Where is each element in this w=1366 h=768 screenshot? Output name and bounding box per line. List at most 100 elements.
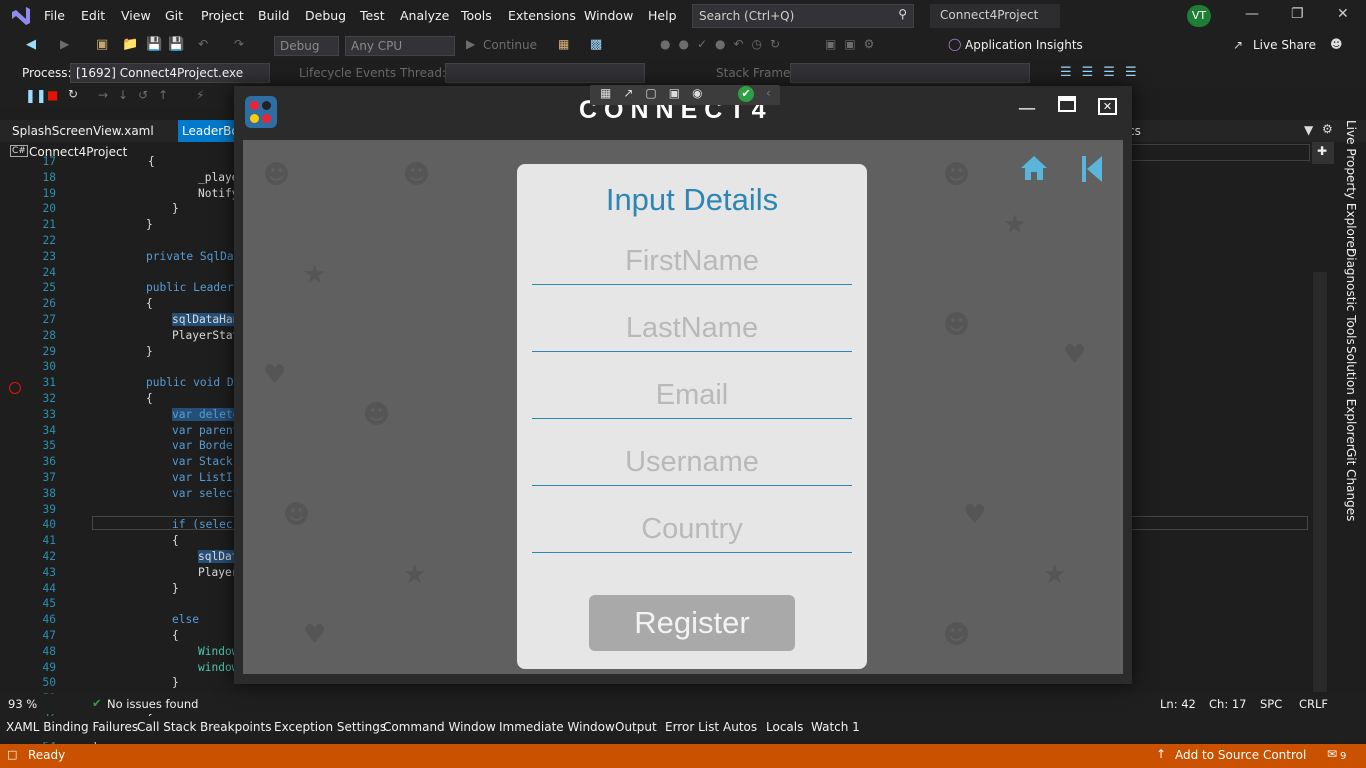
- menu-test[interactable]: Test: [360, 8, 385, 23]
- tab-autos[interactable]: Autos: [723, 720, 757, 734]
- redo-icon[interactable]: ↷: [234, 37, 244, 51]
- platform-select[interactable]: Any CPU: [345, 36, 455, 56]
- menu-build[interactable]: Build: [258, 8, 289, 23]
- tab-exception-settings[interactable]: Exception Settings: [274, 720, 386, 734]
- menu-extensions[interactable]: Extensions: [508, 8, 576, 23]
- app-close-icon[interactable]: ✕: [1098, 98, 1117, 115]
- split-editor-icon[interactable]: ✚: [1312, 142, 1334, 164]
- thread-select[interactable]: [445, 63, 645, 83]
- tab-xaml-binding-failures[interactable]: XAML Binding Failures: [6, 720, 138, 734]
- line-number: 43: [42, 565, 56, 579]
- menu-file[interactable]: File: [44, 8, 65, 23]
- lifecycle-events-button[interactable]: Lifecycle Events: [299, 66, 396, 80]
- config-select[interactable]: Debug: [274, 36, 339, 56]
- tab-call-stack[interactable]: Call Stack: [137, 720, 196, 734]
- tab-breakpoints[interactable]: Breakpoints: [200, 720, 271, 734]
- lastname-field[interactable]: LastName: [532, 304, 852, 352]
- live-share-button[interactable]: Live Share: [1253, 38, 1316, 52]
- binding-ok-icon[interactable]: ✔: [738, 86, 754, 102]
- stack-frame-select[interactable]: [790, 63, 1030, 83]
- line-number: 23: [42, 249, 56, 263]
- zoom-level[interactable]: 93 %: [8, 697, 37, 711]
- process-icon[interactable]: ▦: [558, 37, 569, 51]
- search-input[interactable]: Search (Ctrl+Q) ⚲: [692, 4, 914, 28]
- close-icon[interactable]: ✕: [1337, 6, 1349, 22]
- solution-explorer-tab[interactable]: Solution Explorer: [1344, 346, 1358, 449]
- restore-icon[interactable]: ❐: [1291, 6, 1304, 22]
- open-folder-icon[interactable]: 📁: [122, 37, 138, 52]
- menu-analyze[interactable]: Analyze: [400, 8, 449, 23]
- feedback-icon[interactable]: ☻: [1330, 37, 1343, 51]
- menu-help[interactable]: Help: [648, 8, 677, 23]
- avatar[interactable]: VT: [1187, 5, 1211, 27]
- save-icon[interactable]: 💾: [146, 37, 162, 52]
- tab-error-list[interactable]: Error List: [665, 720, 719, 734]
- breakpoint-icon[interactable]: [9, 382, 21, 394]
- menu-project[interactable]: Project: [201, 8, 244, 23]
- standard-toolbar: ◀ ▶ ▣ 📁 💾 💾 ↶ ↷ Debug Any CPU ▶ Continue…: [0, 32, 1366, 60]
- add-to-source-control-button[interactable]: Add to Source Control: [1175, 748, 1306, 762]
- line-number: 46: [42, 613, 56, 627]
- git-changes-tab[interactable]: Git Changes: [1344, 448, 1358, 521]
- menu-edit[interactable]: Edit: [81, 8, 105, 23]
- collapse-icon[interactable]: ‹: [766, 86, 771, 100]
- tab-splash-screen[interactable]: SplashScreenView.xaml: [12, 124, 154, 138]
- line-number: 34: [42, 423, 56, 437]
- notification-icon[interactable]: ✉: [1327, 747, 1337, 761]
- continue-button[interactable]: Continue: [483, 38, 537, 52]
- tab-output[interactable]: Output: [615, 720, 657, 734]
- line-number: 25: [42, 281, 56, 295]
- minimize-icon[interactable]: —: [1245, 6, 1259, 22]
- new-project-icon[interactable]: ▣: [96, 37, 108, 52]
- tool-window-tabs: XAML Binding Failures Call Stack Breakpo…: [0, 716, 1366, 742]
- tab-locals[interactable]: Locals: [766, 720, 803, 734]
- xaml-tool-icons[interactable]: ▦↗▢▣◉: [600, 86, 715, 100]
- browser-link-icon[interactable]: ▩: [590, 37, 602, 52]
- application-insights-button[interactable]: Application Insights: [965, 38, 1083, 52]
- process-select[interactable]: [1692] Connect4Project.exe: [70, 63, 270, 83]
- settings-icon[interactable]: ⚙: [1322, 122, 1333, 136]
- tab-leaderboard[interactable]: LeaderBo: [178, 120, 239, 142]
- username-field[interactable]: Username: [532, 438, 852, 486]
- line-number: 48: [42, 644, 56, 658]
- email-field[interactable]: Email: [532, 371, 852, 419]
- line-number: 28: [42, 328, 56, 342]
- menu-window[interactable]: Window: [584, 8, 633, 23]
- restart-icon[interactable]: ↻: [68, 87, 78, 101]
- editor-scrollbar[interactable]: [1313, 272, 1327, 692]
- menu-git[interactable]: Git: [165, 8, 183, 23]
- issues-status[interactable]: No issues found: [107, 697, 198, 711]
- app-minimize-icon[interactable]: —: [1018, 98, 1036, 119]
- live-property-explorer-tab[interactable]: Live Property Explorer: [1344, 120, 1358, 253]
- tab-watch-1[interactable]: Watch 1: [811, 720, 860, 734]
- tab-command-window[interactable]: Command Window: [383, 720, 496, 734]
- status-ready: Ready: [28, 748, 66, 762]
- stop-icon[interactable]: ■: [47, 88, 58, 102]
- menu-view[interactable]: View: [121, 8, 151, 23]
- forward-icon[interactable]: ▶: [60, 37, 69, 51]
- whitespace-mode[interactable]: SPC: [1260, 697, 1282, 711]
- hot-reload-icon[interactable]: ⚡: [196, 88, 204, 102]
- pause-icon[interactable]: ❚❚: [25, 89, 47, 104]
- save-all-icon[interactable]: 💾: [168, 37, 184, 52]
- back-icon[interactable]: ◀: [26, 37, 36, 52]
- tab-immediate-window[interactable]: Immediate Window: [499, 720, 615, 734]
- country-field[interactable]: Country: [532, 505, 852, 553]
- continue-icon: ▶: [466, 37, 476, 51]
- app-maximize-icon[interactable]: [1058, 96, 1076, 112]
- line-ending[interactable]: CRLF: [1299, 697, 1328, 711]
- code-line: }: [146, 218, 153, 232]
- tab-dropdown-icon[interactable]: ▼: [1304, 123, 1313, 137]
- back-icon[interactable]: [1081, 154, 1103, 184]
- register-button[interactable]: Register: [589, 595, 795, 651]
- menu-debug[interactable]: Debug: [305, 8, 346, 23]
- home-icon[interactable]: [1019, 154, 1049, 182]
- app-logo-icon: [245, 96, 277, 128]
- firstname-field[interactable]: FirstName: [532, 237, 852, 285]
- debug-toolbar: ❚❚ ■ ↻ →↓↺↑ ⚡: [0, 84, 240, 110]
- undo-icon[interactable]: ↶: [198, 37, 208, 51]
- step-icons: →↓↺↑: [98, 88, 179, 102]
- menu-tools[interactable]: Tools: [461, 8, 492, 23]
- diagnostic-tools-tab[interactable]: Diagnostic Tools: [1344, 248, 1358, 345]
- member-nav[interactable]: [1130, 144, 1310, 161]
